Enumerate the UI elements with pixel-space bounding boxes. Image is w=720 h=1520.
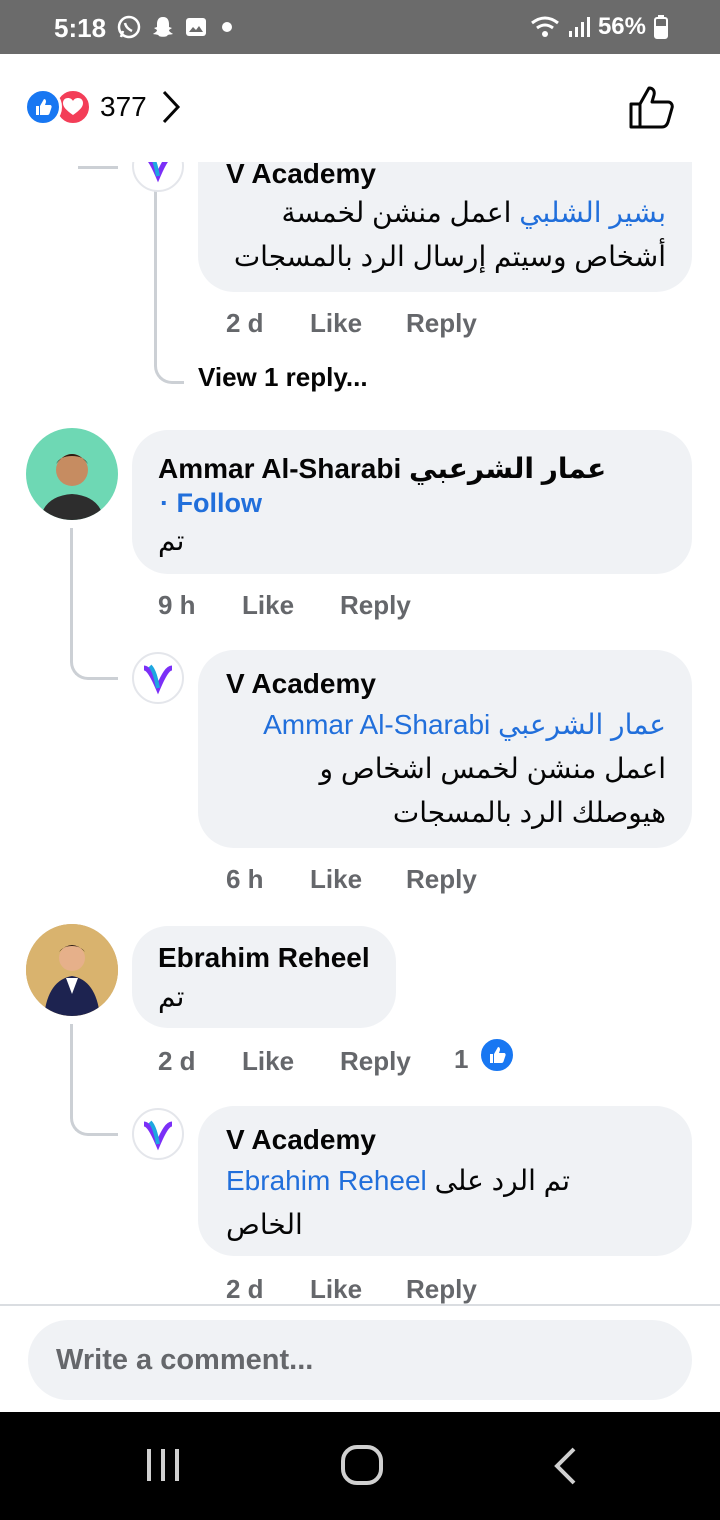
comment-time: 2 d: [158, 1046, 196, 1076]
comment-text: Ebrahim Reheel تم الرد على: [226, 1165, 571, 1196]
comment-input[interactable]: [28, 1320, 692, 1400]
status-bar: 5:18 56%: [0, 0, 720, 54]
back-icon[interactable]: [552, 1446, 578, 1486]
comment-time: 2 d: [226, 1274, 264, 1304]
like-button[interactable]: Like: [310, 308, 362, 339]
comment-author[interactable]: V Academy: [226, 668, 376, 700]
system-icons: 56%: [530, 13, 668, 41]
comment-text: الخاص: [226, 1209, 303, 1240]
recent-apps-icon[interactable]: [144, 1446, 182, 1484]
signal-icon: [568, 17, 590, 37]
reply-button[interactable]: Reply: [406, 864, 477, 895]
home-icon[interactable]: [340, 1444, 384, 1486]
like-count[interactable]: 1: [454, 1044, 468, 1075]
like-reaction-icon: [478, 1036, 516, 1074]
thread-connector: [78, 166, 118, 169]
status-time: 5:18: [54, 13, 107, 43]
like-button[interactable]: Like: [242, 590, 294, 621]
follow-button[interactable]: · Follow: [160, 488, 262, 519]
reply-button[interactable]: Reply: [340, 1046, 411, 1077]
comment-composer[interactable]: [28, 1320, 692, 1400]
notification-icons: [116, 14, 238, 40]
comment-text: بشير الشلبي اعمل منشن لخمسة: [281, 197, 666, 228]
system-nav-bar: [0, 1412, 720, 1520]
comment-time: 6 h: [226, 864, 264, 894]
reaction-count: 377: [100, 91, 147, 122]
comment-text: اعمل منشن لخمس اشخاص و: [319, 753, 666, 784]
v-academy-avatar[interactable]: [132, 652, 184, 704]
comment-text: أشخاص وسيتم إرسال الرد بالمسجات: [233, 241, 666, 272]
user-avatar[interactable]: [26, 428, 118, 520]
view-replies-link[interactable]: View 1 reply...: [198, 362, 368, 393]
comment-time: 9 h: [158, 590, 196, 620]
comment-text: تم: [158, 981, 185, 1012]
comment-time: 2 d: [226, 308, 264, 338]
like-reaction-icon: [24, 88, 62, 126]
reply-button[interactable]: Reply: [406, 1274, 477, 1304]
comment-author[interactable]: Ammar Al-Sharabi عمار الشرعبي: [158, 452, 606, 485]
mention-link[interactable]: عمار الشرعبي Ammar Al-Sharabi: [263, 708, 666, 741]
reply-button[interactable]: Reply: [406, 308, 477, 339]
comment-text: هيوصلك الرد بالمسجات: [392, 797, 666, 828]
mention-link[interactable]: بشير الشلبي: [519, 197, 666, 228]
thumbs-up-icon[interactable]: [628, 84, 676, 130]
comment-author[interactable]: Ebrahim Reheel: [158, 942, 370, 974]
reactions-header: 377: [0, 54, 720, 162]
dot-icon: [222, 22, 232, 32]
wifi-icon: [531, 16, 559, 37]
like-button[interactable]: Like: [310, 864, 362, 895]
reactions-summary[interactable]: 377: [24, 88, 181, 126]
comment-text: تم: [158, 525, 185, 556]
thread-connector: [70, 1024, 118, 1136]
like-button[interactable]: Like: [310, 1274, 362, 1304]
comment-composer-bar: [0, 1304, 720, 1412]
comment-author[interactable]: V Academy: [226, 1124, 376, 1156]
reply-button[interactable]: Reply: [340, 590, 411, 621]
gallery-icon: [186, 18, 206, 36]
snapchat-icon: [153, 17, 173, 37]
thread-connector: [70, 528, 118, 680]
battery-icon: [654, 15, 668, 39]
comment-author[interactable]: V Academy: [226, 162, 376, 190]
like-button[interactable]: Like: [242, 1046, 294, 1077]
user-avatar[interactable]: [26, 924, 118, 1016]
comments-list[interactable]: V Academy بشير الشلبي اعمل منشن لخمسة أش…: [0, 162, 720, 1304]
chevron-right-icon: [162, 90, 180, 124]
v-academy-avatar[interactable]: [132, 1108, 184, 1160]
thread-connector: [154, 162, 184, 384]
mention-link[interactable]: Ebrahim Reheel: [226, 1165, 427, 1196]
battery-percent: 56%: [597, 13, 646, 40]
whatsapp-icon: [117, 15, 141, 39]
